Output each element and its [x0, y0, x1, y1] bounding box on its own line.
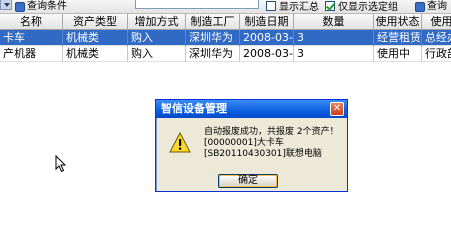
cell-asset-type: 机械类	[63, 30, 128, 46]
dialog-title-bar[interactable]: 智信设备管理	[156, 100, 347, 118]
column-header-factory[interactable]: 制造工厂	[186, 14, 240, 30]
cell-date: 2008-03-28	[240, 30, 294, 46]
query-button-label: 查询	[427, 0, 447, 12]
table-header: 名称 资产类型 增加方式 制造工厂 制造日期 数量 使用状态 使用	[0, 14, 451, 30]
app-window: 查询条件 显示汇总 仅显示选定组 查询 名称 资产类型 增加方式 制造工厂 制造…	[0, 0, 451, 240]
cell-use: 总经办	[422, 30, 451, 46]
column-header-quantity[interactable]: 数量	[294, 14, 374, 30]
cell-factory: 深圳华为	[186, 30, 240, 46]
query-condition-button[interactable]: 查询条件	[15, 0, 67, 13]
show-summary-checkbox-box[interactable]	[266, 0, 276, 11]
table-row[interactable]: 卡车 机械类 购入 深圳华为 2008-03-28 3 经营租赁 总经办	[0, 30, 451, 46]
message-dialog: 智信设备管理 ✕ 自动报废成功，共报废 2个资产！ [00000001]大卡车 …	[155, 99, 348, 192]
ok-button[interactable]: 确定	[218, 174, 278, 188]
show-selected-group-checkbox-box[interactable]	[325, 0, 335, 11]
cell-status: 使用中	[374, 46, 422, 62]
query-input[interactable]	[135, 0, 259, 9]
warning-icon	[169, 132, 191, 153]
cell-add-method: 购入	[128, 46, 186, 62]
cell-add-method: 购入	[128, 30, 186, 46]
search-icon	[415, 1, 425, 12]
dialog-message: 自动报废成功，共报废 2个资产！ [00000001]大卡车 [SB201104…	[204, 127, 344, 160]
dialog-message-line: 自动报废成功，共报废 2个资产！	[204, 127, 339, 137]
cell-name: 产机器	[0, 46, 63, 62]
column-header-date[interactable]: 制造日期	[240, 14, 294, 30]
cell-status: 经营租赁	[374, 30, 422, 46]
cell-asset-type: 机械类	[63, 46, 128, 62]
query-dropdown-arrow-icon[interactable]	[0, 0, 12, 10]
query-condition-label: 查询条件	[27, 0, 67, 12]
column-header-use[interactable]: 使用	[422, 14, 451, 30]
column-header-status[interactable]: 使用状态	[374, 14, 422, 30]
mouse-pointer-icon	[55, 155, 67, 173]
show-summary-label: 显示汇总	[279, 2, 319, 13]
dialog-title: 智信设备管理	[161, 102, 227, 115]
cell-use: 行政部	[422, 46, 451, 62]
dialog-close-button[interactable]: ✕	[330, 102, 344, 116]
table-row[interactable]: 产机器 机械类 购入 深圳华为 2008-03-28 3 使用中 行政部	[0, 46, 451, 62]
filter-icon	[15, 1, 25, 12]
cell-quantity: 3	[294, 46, 374, 62]
dialog-message-line: [SB20110430301]联想电脑	[204, 149, 322, 159]
show-selected-group-checkbox[interactable]: 仅显示选定组	[325, 0, 398, 13]
asset-table: 名称 资产类型 增加方式 制造工厂 制造日期 数量 使用状态 使用 卡车 机械类…	[0, 14, 451, 62]
cell-quantity: 3	[294, 30, 374, 46]
dialog-message-line: [00000001]大卡车	[204, 138, 284, 148]
cell-date: 2008-03-28	[240, 46, 294, 62]
cell-name: 卡车	[0, 30, 63, 46]
column-header-name[interactable]: 名称	[0, 14, 63, 30]
column-header-asset-type[interactable]: 资产类型	[63, 14, 128, 30]
show-summary-checkbox[interactable]: 显示汇总	[266, 0, 319, 13]
show-selected-group-label: 仅显示选定组	[338, 2, 398, 13]
column-header-add-method[interactable]: 增加方式	[128, 14, 186, 30]
cell-factory: 深圳华为	[186, 46, 240, 62]
query-button[interactable]: 查询	[415, 0, 447, 13]
toolbar: 查询条件 显示汇总 仅显示选定组 查询	[0, 0, 451, 14]
